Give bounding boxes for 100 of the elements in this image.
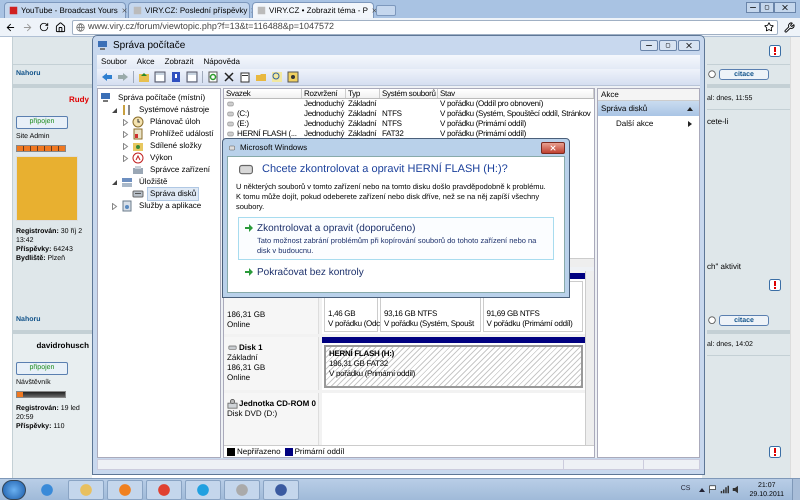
disk-info: Základní [227,352,259,363]
arrow-icon [245,268,253,276]
restore-icon[interactable] [760,2,774,13]
tree-item[interactable]: Výkon [147,151,176,165]
maximize-icon[interactable] [659,40,677,51]
tree-item[interactable]: Prohlížeč událostí [147,127,217,141]
vertical-scrollbar[interactable] [585,271,594,445]
tree-item[interactable]: Služby a aplikace [136,199,204,213]
properties-icon [239,71,251,83]
start-button[interactable] [2,480,26,500]
computer-icon [97,40,109,52]
close-icon[interactable] [678,40,700,51]
browser-tab[interactable]: VIRY.CZ: Poslední příspěvky [128,2,250,18]
disk-name[interactable]: Jednotka CD-ROM 0 [239,398,316,408]
collapsed-arrow-icon[interactable] [122,130,129,138]
taskbar-button[interactable] [263,480,299,500]
collapsed-arrow-icon[interactable] [122,154,129,162]
forward-icon[interactable] [22,22,33,32]
post-text: cete-li [707,116,730,128]
table-cell: V pořádku (Oddíl pro obnovení) [440,99,544,109]
flag-icon [708,485,718,494]
scrollbar[interactable] [790,37,800,478]
back-icon[interactable] [5,22,16,32]
action-section[interactable]: Správa disků [598,101,699,116]
table-cell: (E:) [237,119,249,129]
column-header[interactable]: Stav [438,89,594,98]
star-icon[interactable] [764,22,774,32]
tools-icon [121,104,133,116]
table-cell: Základní [348,119,376,129]
dialog-heading: Chcete zkontrolovat a opravit HERNÍ FLASH (H:)? [262,162,508,177]
site-icon [257,6,266,15]
table-cell: FAT32 [382,129,404,139]
menu-item[interactable]: Zobrazit [164,56,194,68]
minimize-icon[interactable] [746,2,760,13]
expanded-arrow-icon[interactable] [111,178,118,186]
arrow-icon [245,224,253,232]
close-icon[interactable] [774,2,796,13]
column-header[interactable]: Rozvržení [302,89,346,98]
shared-folder-icon [132,140,144,152]
disk-info: 186,31 GB [227,362,266,373]
collapsed-arrow-icon[interactable] [122,142,129,150]
delete-icon [223,71,235,83]
collapse-arrow-icon [687,106,693,112]
table-cell: Jednoduchý [304,119,344,129]
table-cell: Základní [348,99,376,109]
reload-icon[interactable] [39,22,49,32]
storage-icon [121,176,133,188]
collapsed-arrow-icon[interactable] [111,202,118,210]
legend-label: Nepřiřazeno [237,446,281,458]
minimize-icon[interactable] [640,40,658,51]
disk-info: Disk DVD (D:) [227,408,278,418]
menu-item[interactable]: Soubor [101,56,127,68]
action-item[interactable]: Další akce [598,116,699,131]
post-text: ch" aktivit [707,261,742,273]
magnifier-icon [271,71,283,83]
disk-info: Online [227,372,252,383]
submenu-arrow-icon [687,120,693,126]
alert-icon [768,279,782,291]
menu-item[interactable]: Nápověda [204,56,240,68]
table-cell: Základní [348,109,376,119]
tree-item[interactable]: Správa disků [147,187,200,201]
close-icon [549,144,557,152]
tree-item[interactable]: Správa počítače (místní) [115,91,208,105]
home-icon[interactable] [55,22,66,32]
table-cell: NTFS [382,109,402,119]
open-folder-icon [255,71,267,83]
tree-item[interactable]: Úložiště [136,175,170,189]
legend-label: Primární oddíl [294,446,344,458]
author-name[interactable]: davidrohusch [36,340,89,352]
collapsed-arrow-icon[interactable] [122,118,129,126]
computer-icon [100,92,112,104]
column-header[interactable]: Svazek [224,89,302,98]
browser-tab[interactable]: VIRY.CZ • Zobrazit téma - P [252,2,374,18]
refresh-icon [207,71,219,83]
cd-drive-icon [227,398,238,408]
taskbar-button[interactable] [146,480,182,500]
disk-info: Online [227,320,252,330]
browser-tab[interactable]: YouTube - Broadcast Yours [4,2,126,18]
command-link[interactable]: Pokračovat bez kontroly [238,260,554,284]
table-cell: Základní [348,129,376,139]
tree-item[interactable]: Systémové nástroje [136,103,212,117]
site-icon [9,6,18,15]
disk-name[interactable]: Disk 1 [239,342,263,353]
window-title: Správa počítače [113,39,186,53]
menu-item[interactable]: Akce [136,56,155,68]
column-header[interactable]: Typ [346,89,380,98]
tree-item[interactable]: Sdílené složky [147,139,205,153]
close-button[interactable] [541,142,565,154]
author-name[interactable]: Rudy [69,94,89,106]
tree-item[interactable]: Plánovač úloh [147,115,204,129]
tree-item[interactable]: Správce zařízení [147,163,214,177]
alert-icon [768,44,782,56]
help-icon [170,71,182,83]
address-field[interactable]: www.viry.cz/forum/viewtopic.php?f=13&t=116488&p=1047572 [72,20,778,34]
partition[interactable]: HERNÍ FLASH (H:) 186,31 GB FAT32 V pořádku (Primární oddíl) [324,344,583,388]
wrench-icon[interactable] [784,22,795,32]
show-hidden-icon[interactable] [699,488,706,492]
close-icon[interactable] [120,7,128,14]
column-header[interactable]: Systém souborů [380,89,438,98]
expanded-arrow-icon[interactable] [111,106,118,114]
